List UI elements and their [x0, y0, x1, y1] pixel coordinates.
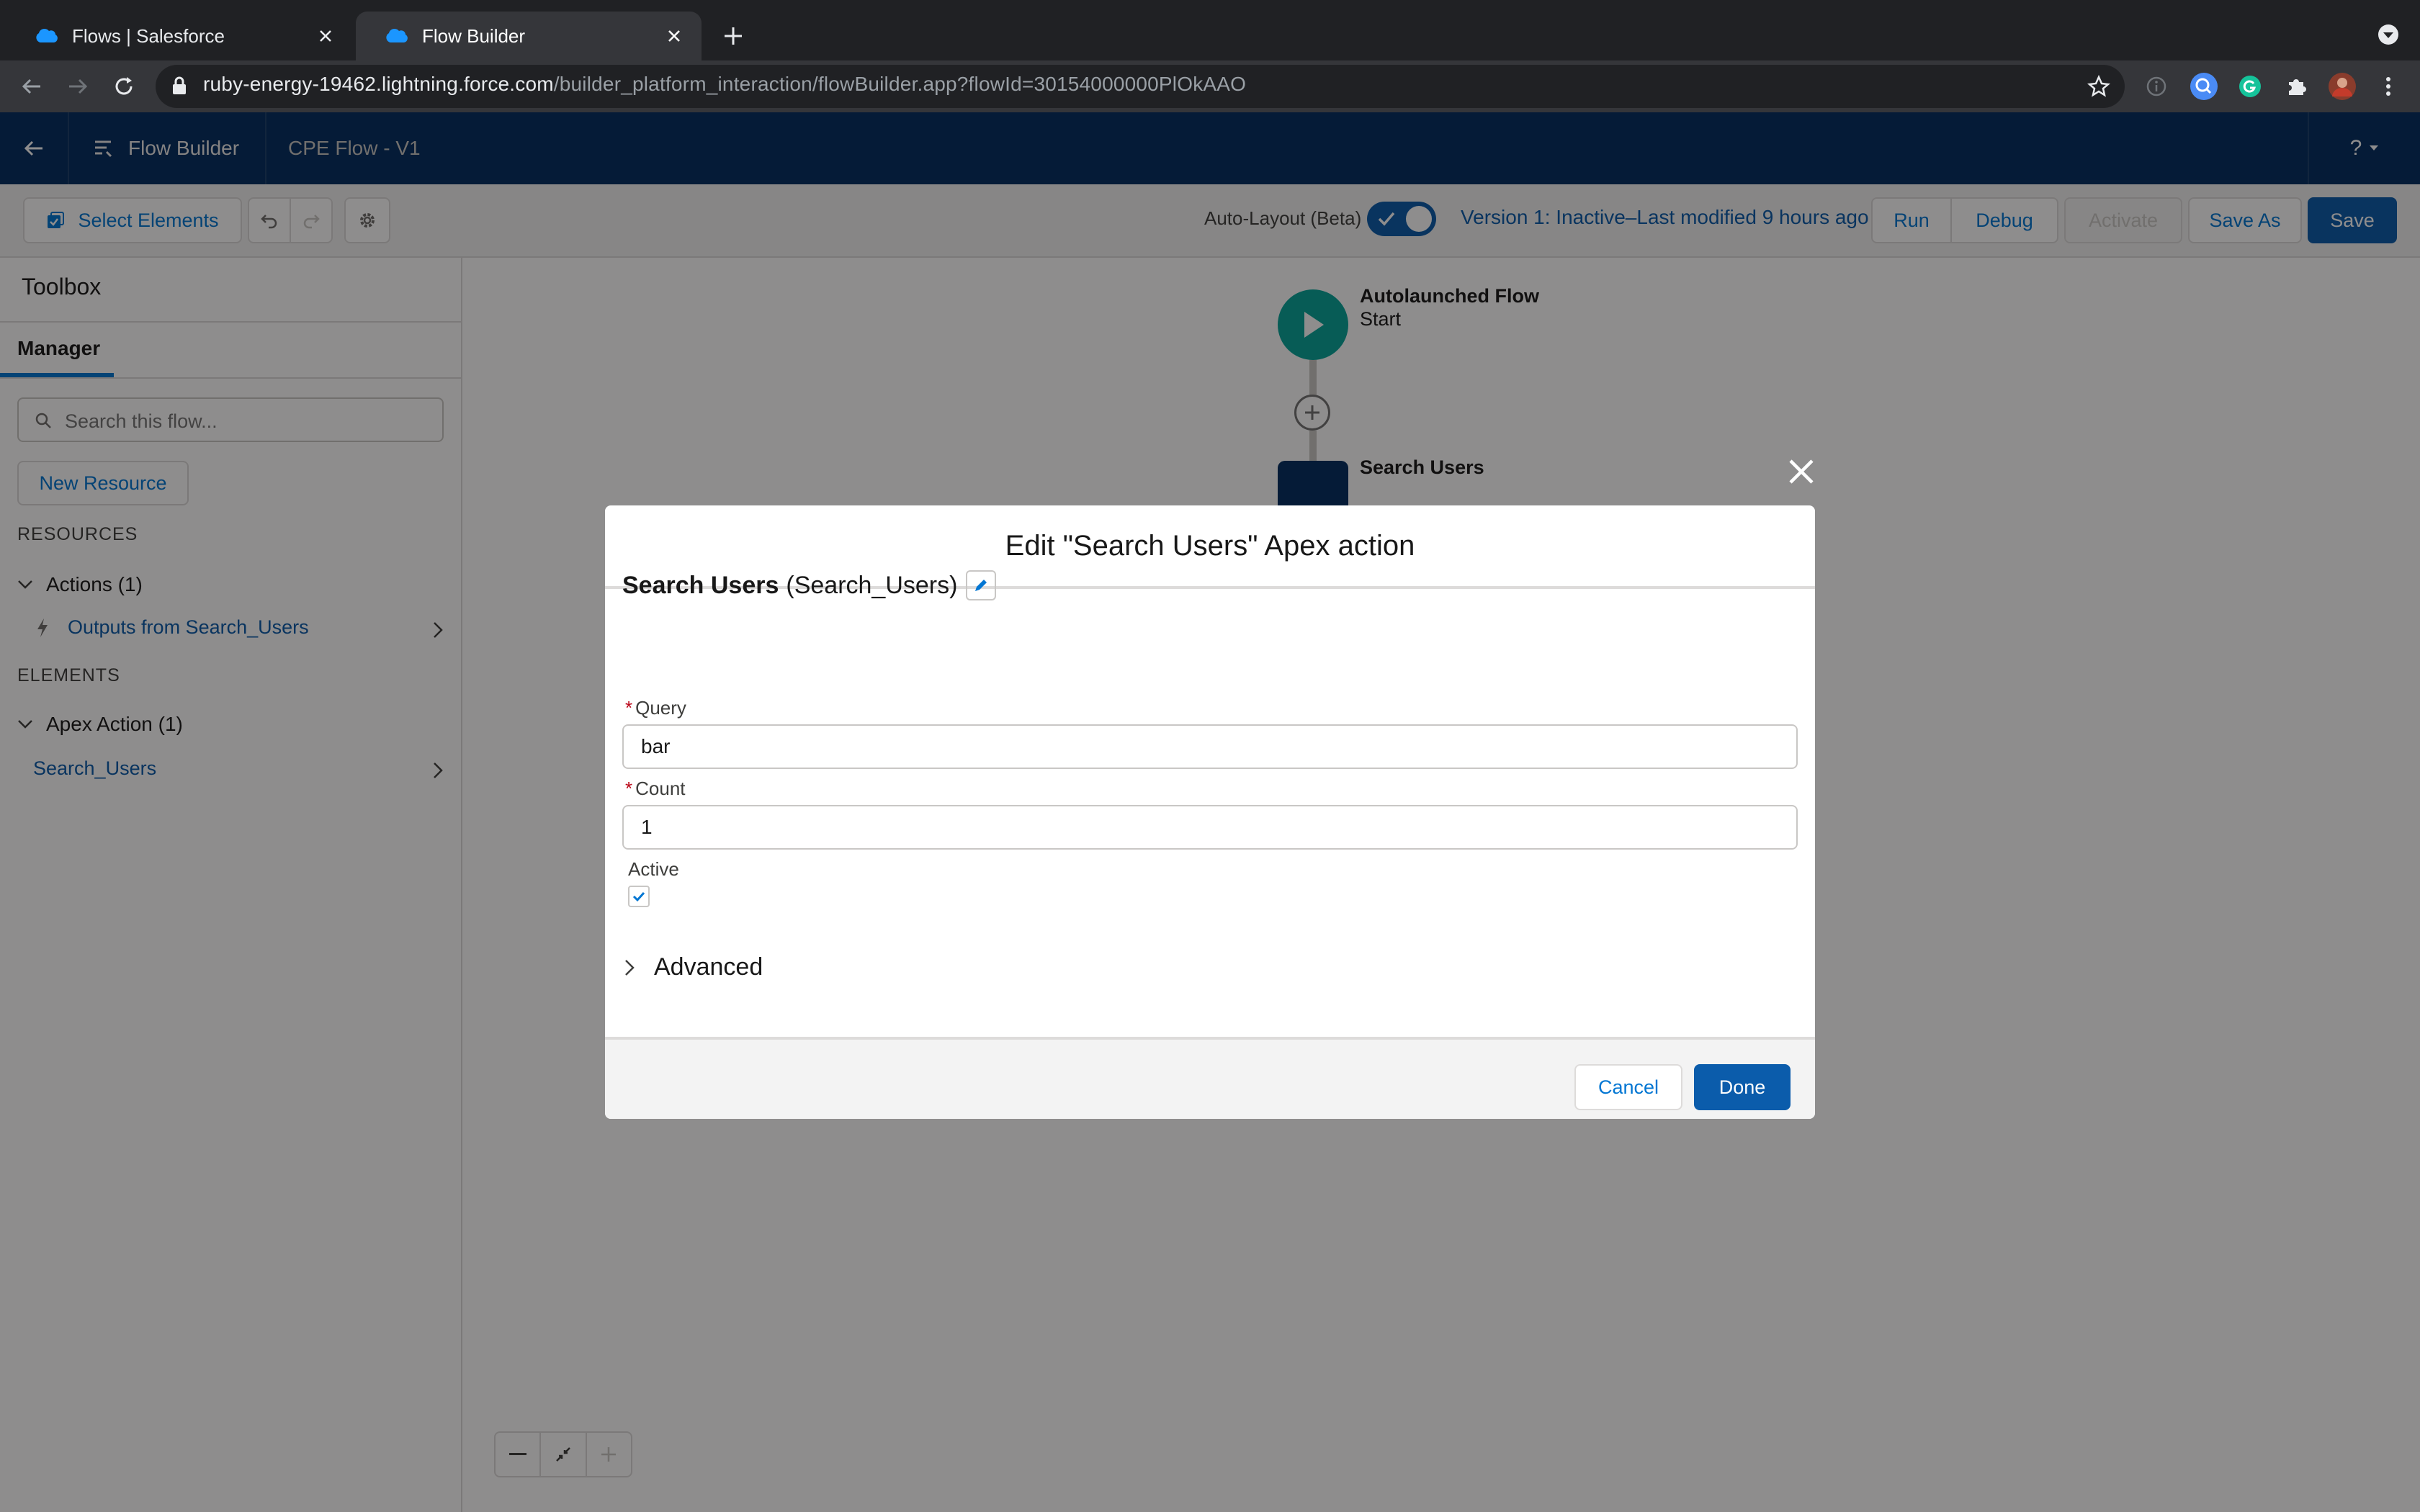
active-label: Active — [628, 858, 679, 880]
chevron-right-icon — [625, 959, 635, 976]
profile-avatar[interactable] — [2325, 69, 2360, 104]
required-marker: * — [625, 778, 633, 799]
advanced-label: Advanced — [654, 953, 763, 981]
tab-title: Flows | Salesforce — [72, 24, 225, 47]
search-extension-icon[interactable] — [2187, 69, 2221, 104]
close-icon — [1789, 459, 1814, 484]
tab-title: Flow Builder — [422, 24, 526, 47]
browser-tab-flow-builder[interactable]: Flow Builder — [356, 12, 702, 60]
query-label-text: Query — [635, 697, 686, 719]
cancel-button[interactable]: Cancel — [1574, 1064, 1682, 1110]
extensions-puzzle-icon[interactable] — [2279, 69, 2313, 104]
info-extension-icon[interactable] — [2139, 69, 2174, 104]
count-label: * Count — [625, 778, 686, 800]
count-input[interactable] — [622, 805, 1798, 850]
active-checkbox[interactable] — [628, 886, 650, 907]
salesforce-cloud-icon — [386, 28, 408, 42]
close-tab-icon[interactable] — [315, 26, 336, 46]
back-arrow-icon[interactable] — [14, 69, 49, 104]
edit-name-button[interactable] — [966, 570, 997, 600]
close-modal-button[interactable] — [1782, 452, 1821, 491]
url-text[interactable]: ruby-energy-19462.lightning.force.com/bu… — [203, 73, 1246, 96]
url-path: /builder_platform_interaction/flowBuilde… — [553, 73, 1247, 95]
tab-search-icon[interactable] — [2374, 20, 2403, 49]
done-button[interactable]: Done — [1694, 1064, 1791, 1110]
advanced-section-toggle[interactable]: Advanced — [624, 953, 763, 981]
browser-menu-icon[interactable] — [2371, 69, 2406, 104]
browser-tab-flows[interactable]: Flows | Salesforce — [6, 12, 353, 60]
element-label: Search Users — [622, 571, 779, 599]
pencil-icon — [975, 580, 987, 591]
check-icon — [632, 891, 645, 902]
element-api-name: (Search_Users) — [786, 571, 958, 599]
edit-apex-action-modal: Edit "Search Users" Apex action Search U… — [605, 505, 1815, 1119]
required-marker: * — [625, 697, 633, 719]
grammarly-icon[interactable] — [2233, 69, 2267, 104]
forward-arrow-icon[interactable] — [60, 69, 95, 104]
url-host: ruby-energy-19462.lightning.force.com — [203, 73, 554, 95]
lock-icon — [173, 76, 186, 94]
modal-footer: Cancel Done — [605, 1037, 1815, 1119]
element-heading: Search Users (Search_Users) — [622, 570, 997, 600]
modal-body — [605, 589, 1815, 821]
reload-icon[interactable] — [107, 69, 141, 104]
salesforce-cloud-icon — [36, 28, 58, 42]
query-input[interactable] — [622, 724, 1798, 769]
new-tab-icon[interactable] — [713, 20, 753, 52]
count-label-text: Count — [635, 778, 686, 799]
query-label: * Query — [625, 697, 686, 719]
close-tab-icon[interactable] — [664, 26, 684, 46]
bookmark-star-icon[interactable] — [2081, 69, 2116, 104]
